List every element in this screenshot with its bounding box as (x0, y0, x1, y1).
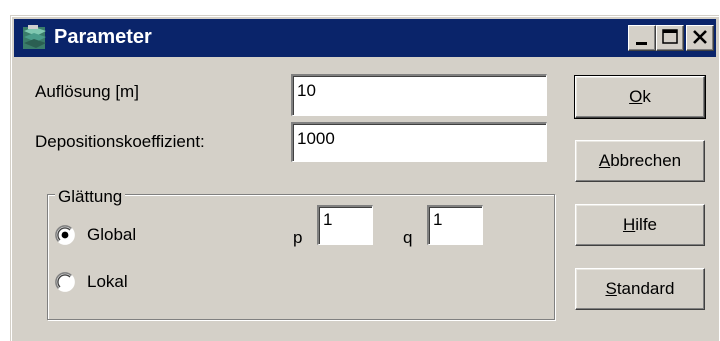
map-layers-icon[interactable] (20, 23, 50, 53)
radio-selected-icon[interactable] (55, 225, 75, 245)
q-field[interactable]: 1 (427, 205, 483, 245)
ok-label-rest: k (642, 87, 651, 106)
p-field[interactable]: 1 (317, 205, 373, 245)
resolution-label: Auflösung [m] (35, 82, 139, 101)
cancel-label-rest: bbrechen (610, 151, 682, 170)
maximize-button[interactable] (656, 25, 684, 51)
resolution-field[interactable]: 10 (291, 74, 547, 116)
title-bar[interactable]: Parameter (14, 19, 716, 57)
help-label-rest: ilfe (635, 215, 657, 234)
ok-mnemonic: O (629, 87, 643, 106)
p-label: p (293, 228, 303, 247)
radio-unselected-icon[interactable] (55, 272, 75, 292)
standard-label-rest: tandard (616, 279, 675, 298)
help-mnemonic: H (622, 215, 636, 234)
q-label: q (403, 228, 413, 247)
cancel-mnemonic: A (598, 151, 611, 170)
maximize-icon (662, 29, 678, 44)
ok-button[interactable]: Ok (574, 75, 706, 119)
parameter-dialog: Parameter Auflösung [m] 10 Depositionsko… (10, 15, 719, 341)
deposition-label: Depositionskoeffizient: (35, 132, 205, 151)
minimize-icon (636, 42, 647, 45)
standard-mnemonic: S (605, 279, 617, 298)
help-button[interactable]: Hilfe (575, 204, 705, 246)
deposition-field[interactable]: 1000 (291, 122, 547, 162)
close-button[interactable] (686, 25, 714, 51)
radio-local-label: Lokal (87, 272, 128, 291)
radio-global-label: Global (87, 225, 137, 244)
window-title: Parameter (54, 26, 152, 48)
standard-button[interactable]: Standard (575, 268, 705, 310)
smoothing-group-title: Glättung (55, 188, 126, 205)
close-icon (693, 30, 707, 44)
minimize-button[interactable] (628, 25, 656, 51)
cancel-button[interactable]: Abbrechen (575, 140, 705, 182)
